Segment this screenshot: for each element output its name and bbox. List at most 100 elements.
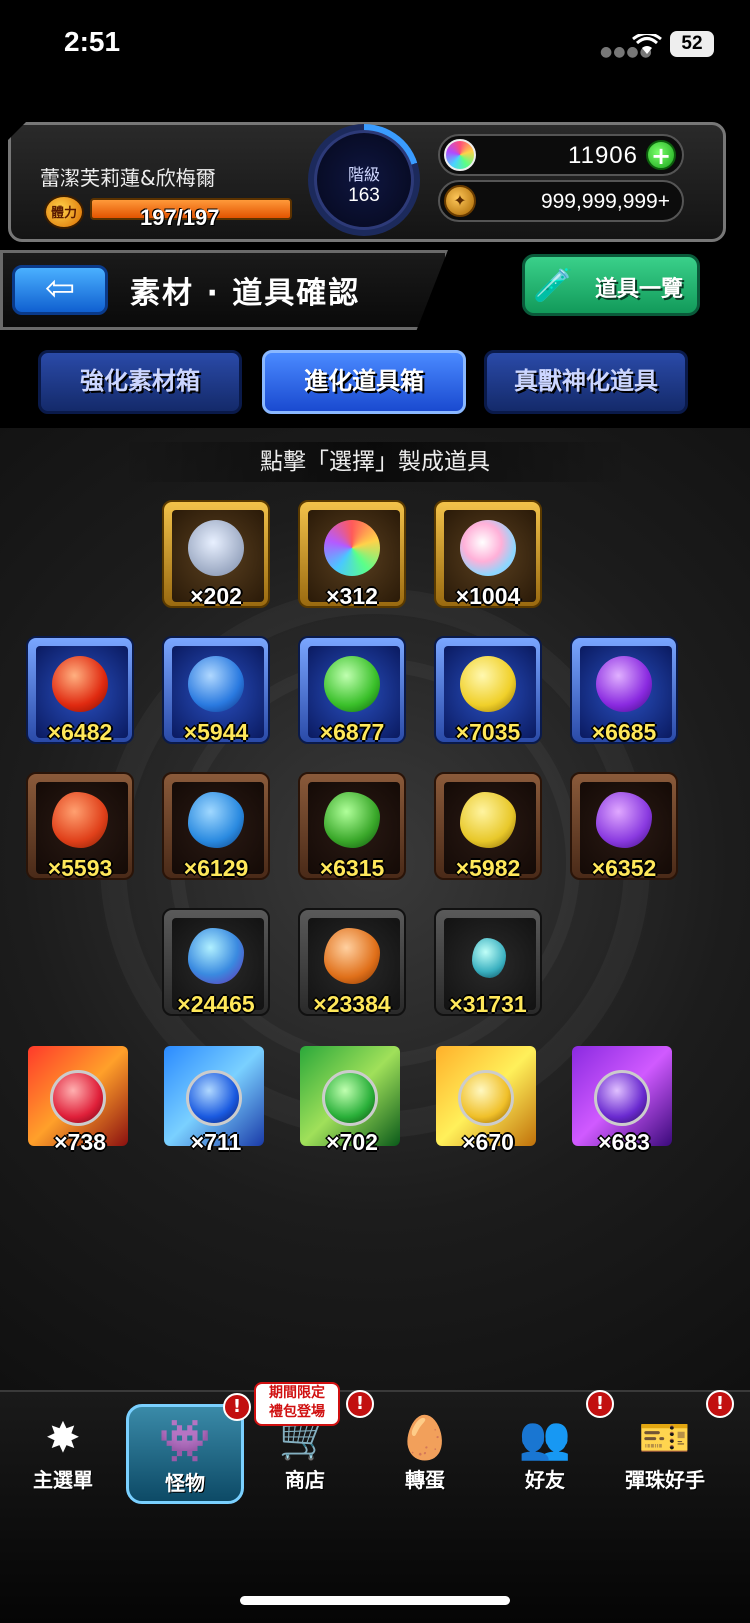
nav-label: 好友 bbox=[525, 1468, 565, 1492]
item-quantity: ×6315 bbox=[319, 855, 385, 881]
item-quantity: ×6685 bbox=[591, 719, 657, 745]
item-list-label: 道具一覽 bbox=[595, 277, 684, 302]
gacha-egg-icon: 🥚 bbox=[398, 1413, 452, 1462]
tab-enhance-materials[interactable]: 強化素材箱 bbox=[38, 350, 242, 414]
wifi-icon bbox=[632, 34, 662, 54]
item-tile[interactable]: ×6877 bbox=[298, 636, 406, 745]
item-list-button[interactable]: 🧪 道具一覽 bbox=[522, 254, 700, 316]
rainbow-orb-icon bbox=[324, 520, 380, 576]
item-tile[interactable]: ×24465 bbox=[162, 908, 270, 1017]
item-quantity: ×6877 bbox=[319, 719, 385, 745]
player-name: 蕾潔芙莉蓮&欣梅爾 bbox=[40, 166, 216, 190]
back-button[interactable]: ⇦ bbox=[12, 265, 108, 315]
item-tile[interactable]: ×6352 bbox=[570, 772, 678, 881]
item-tile[interactable]: ×7035 bbox=[434, 636, 542, 745]
item-tile[interactable]: ×6482 bbox=[26, 636, 134, 745]
crest-icon bbox=[188, 520, 244, 576]
item-quantity: ×31731 bbox=[449, 991, 527, 1017]
shop-promo-badge[interactable]: 期間限定 禮包登場 bbox=[254, 1382, 340, 1426]
item-tile[interactable]: ×670 bbox=[434, 1044, 542, 1155]
friends-icon: 👥 bbox=[518, 1413, 572, 1462]
coin-icon: ✦ bbox=[444, 185, 476, 217]
notification-badge: ! bbox=[706, 1390, 734, 1418]
rank-value: 163 bbox=[348, 185, 380, 206]
fire-beast-egg-icon bbox=[50, 1070, 106, 1126]
shop-promo-line: 期間限定 bbox=[269, 1385, 325, 1401]
purple-orb-icon bbox=[596, 656, 652, 712]
item-tile[interactable]: ×711 bbox=[162, 1044, 270, 1155]
item-tile[interactable]: ×312 bbox=[298, 500, 406, 609]
item-quantity: ×6129 bbox=[183, 855, 249, 881]
item-quantity: ×5944 bbox=[183, 719, 249, 745]
nav-item[interactable]: 🥚 轉蛋 bbox=[366, 1404, 484, 1504]
gem-counter: 11906 + bbox=[438, 134, 684, 176]
item-tile[interactable]: ×5944 bbox=[162, 636, 270, 745]
item-quantity: ×702 bbox=[326, 1129, 378, 1155]
nav-item[interactable]: 🎫 彈珠好手! bbox=[606, 1390, 734, 1504]
page-title: 素材 · 道具確認 bbox=[130, 276, 361, 311]
item-quantity: ×5982 bbox=[455, 855, 521, 881]
water-beast-egg-icon bbox=[186, 1070, 242, 1126]
item-tile[interactable]: ×702 bbox=[298, 1044, 406, 1155]
shop-promo-line: 禮包登場 bbox=[269, 1404, 325, 1420]
item-tile[interactable]: ×683 bbox=[570, 1044, 678, 1155]
nav-item[interactable]: ✸ 主選單 bbox=[4, 1404, 122, 1504]
rainbow-sphere-icon bbox=[460, 520, 516, 576]
instruction-text: 點擊「選擇」製成道具 bbox=[120, 442, 630, 482]
monster-icon: 👾 bbox=[158, 1416, 212, 1465]
status-time: 2:51 bbox=[64, 26, 121, 57]
item-tile[interactable]: ×5982 bbox=[434, 772, 542, 881]
nav-label: 商店 bbox=[285, 1468, 325, 1492]
yellow-orb-icon bbox=[460, 656, 516, 712]
home-indicator bbox=[240, 1596, 510, 1605]
nav-label: 轉蛋 bbox=[405, 1468, 445, 1492]
item-tile[interactable]: ×5593 bbox=[26, 772, 134, 881]
battery-icon: 52 bbox=[670, 31, 714, 57]
item-quantity: ×6352 bbox=[591, 855, 657, 881]
coin-counter: ✦ 999,999,999+ bbox=[438, 180, 684, 222]
item-quantity: ×312 bbox=[326, 583, 378, 609]
rank-label: 階級 bbox=[347, 165, 380, 184]
nav-label: 主選單 bbox=[33, 1468, 93, 1492]
rank-badge[interactable]: 階級 163 bbox=[308, 124, 420, 236]
item-tile[interactable]: ×738 bbox=[26, 1044, 134, 1155]
item-quantity: ×23384 bbox=[313, 991, 391, 1017]
item-tile[interactable]: ×202 bbox=[162, 500, 270, 609]
item-tile[interactable]: ×6685 bbox=[570, 636, 678, 745]
tab-beast-divine-items[interactable]: 真獸神化道具 bbox=[484, 350, 688, 414]
item-quantity: ×711 bbox=[190, 1129, 242, 1155]
item-quantity: ×738 bbox=[54, 1129, 106, 1155]
item-quantity: ×7035 bbox=[455, 719, 521, 745]
nav-label: 怪物 bbox=[165, 1471, 205, 1495]
add-gems-button[interactable]: + bbox=[646, 140, 676, 170]
strike-card-icon: 🎫 bbox=[638, 1413, 692, 1462]
item-quantity: ×24465 bbox=[177, 991, 255, 1017]
nav-item[interactable]: 👾 怪物! bbox=[126, 1393, 251, 1504]
stamina-icon: 體力 bbox=[44, 195, 84, 229]
light-beast-egg-icon bbox=[458, 1070, 514, 1126]
item-quantity: ×5593 bbox=[47, 855, 113, 881]
main-menu-icon: ✸ bbox=[45, 1413, 81, 1462]
red-orb-icon bbox=[52, 656, 108, 712]
item-quantity: ×202 bbox=[190, 583, 242, 609]
item-quantity: ×1004 bbox=[455, 583, 521, 609]
coin-count: 999,999,999+ bbox=[540, 190, 670, 213]
green-orb-icon bbox=[324, 656, 380, 712]
wood-beast-egg-icon bbox=[322, 1070, 378, 1126]
item-tile[interactable]: ×23384 bbox=[298, 908, 406, 1017]
tab-evolution-items[interactable]: 進化道具箱 bbox=[262, 350, 466, 414]
potion-bag-icon: 🧪 bbox=[533, 266, 573, 304]
orb-gem-icon bbox=[444, 139, 476, 171]
status-bar: 2:51 ●●●● 52 bbox=[0, 0, 750, 90]
item-tile[interactable]: ×31731 bbox=[434, 908, 542, 1017]
item-quantity: ×6482 bbox=[47, 719, 113, 745]
item-tile[interactable]: ×1004 bbox=[434, 500, 542, 609]
item-tile[interactable]: ×6315 bbox=[298, 772, 406, 881]
blue-orb-icon bbox=[188, 656, 244, 712]
item-quantity: ×670 bbox=[462, 1129, 514, 1155]
nav-label: 彈珠好手 bbox=[625, 1468, 705, 1492]
item-tile[interactable]: ×6129 bbox=[162, 772, 270, 881]
nav-item[interactable]: 👥 好友! bbox=[486, 1390, 614, 1504]
stamina-text: 197/197 bbox=[140, 205, 220, 230]
item-quantity: ×683 bbox=[598, 1129, 650, 1155]
